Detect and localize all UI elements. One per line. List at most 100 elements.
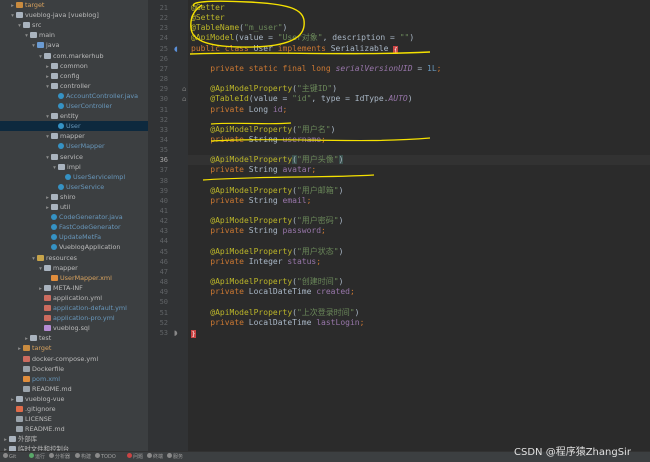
tree-item[interactable]: User <box>0 121 148 132</box>
code-line[interactable]: @ApiModel(value = "User对象", description … <box>191 33 414 43</box>
code-line[interactable]: private String email; <box>191 196 311 206</box>
line-number: 47 <box>159 267 168 276</box>
tree-item[interactable]: UserMapper.xml <box>0 273 112 283</box>
tree-item[interactable]: ▸ META-INF <box>0 283 83 293</box>
code-token: lastLogin <box>316 317 360 327</box>
tree-item-label: test <box>39 334 52 343</box>
code-line[interactable]: private String username; <box>191 135 326 145</box>
code-token: email <box>282 195 307 205</box>
tree-item[interactable]: ▾ mapper <box>0 263 78 273</box>
tree-item[interactable]: ▾ service <box>0 152 83 162</box>
tree-item[interactable]: CodeGenerator.java <box>0 212 123 222</box>
tree-item[interactable]: ▸ test <box>0 333 51 343</box>
tree-item[interactable]: docker-compose.yml <box>0 354 98 364</box>
tree-item[interactable]: UpdateMetFa <box>0 232 101 242</box>
code-line[interactable]: @TableId(value = "id", type = IdType.AUT… <box>191 94 412 104</box>
code-line[interactable]: @Getter <box>191 3 225 13</box>
tree-item[interactable]: UserController <box>0 101 112 111</box>
tree-item[interactable]: LICENSE <box>0 414 52 424</box>
tree-item[interactable]: vueblog.sql <box>0 323 90 333</box>
fold-icon[interactable]: ⌂ <box>182 94 186 104</box>
tree-item[interactable]: UserService <box>0 182 104 192</box>
tool-window-icon <box>75 453 80 458</box>
tree-item[interactable]: Dockerfile <box>0 364 64 374</box>
tree-item[interactable]: pom.xml <box>0 374 60 384</box>
tree-item[interactable]: ▾ main <box>0 30 55 40</box>
tree-item[interactable]: README.md <box>0 424 65 434</box>
tree-item[interactable]: ▸ shiro <box>0 192 75 202</box>
tree-item[interactable]: ▾ controller <box>0 81 90 91</box>
code-line[interactable]: private Integer status; <box>191 257 321 267</box>
code-line[interactable]: private String password; <box>191 226 326 236</box>
folder-icon <box>9 436 16 443</box>
code-line[interactable]: @ApiModelProperty("用户名") <box>191 125 335 135</box>
code-line[interactable]: private String avatar; <box>191 165 316 175</box>
code-line[interactable]: @ApiModelProperty("用户邮箱") <box>191 186 343 196</box>
code-token: String <box>248 134 283 144</box>
code-line[interactable]: @ApiModelProperty("主键ID") <box>191 84 337 94</box>
code-line[interactable]: public class User implements Serializabl… <box>191 43 399 54</box>
tree-item[interactable]: ▾ entity <box>0 111 78 121</box>
tree-item[interactable]: README.md <box>0 384 72 394</box>
folder-icon <box>51 82 58 89</box>
code-line[interactable]: private LocalDateTime created; <box>191 287 355 297</box>
code-token: String <box>248 195 283 205</box>
code-token: "上次登录时间" <box>296 307 355 317</box>
code-token: Integer <box>248 256 288 266</box>
tree-item[interactable]: AccountController.java <box>0 91 138 101</box>
code-token: 1L <box>427 63 437 73</box>
tree-item[interactable]: VueblogApplication <box>0 242 120 252</box>
folder-icon <box>16 12 23 19</box>
code-line[interactable]: private Long id; <box>191 105 287 115</box>
code-line[interactable]: } <box>191 328 196 338</box>
tree-item[interactable]: UserServiceImpl <box>0 172 125 182</box>
tree-item-label: UpdateMetFa <box>59 233 102 242</box>
fold-icon[interactable]: ◗ <box>174 328 178 338</box>
tree-item-label: User <box>66 122 81 131</box>
tree-item-label: pom.xml <box>32 374 61 383</box>
tree-item[interactable]: FastCodeGenerator <box>0 222 121 232</box>
tree-item[interactable]: ▾ resources <box>0 253 77 263</box>
code-line[interactable]: @ApiModelProperty("用户密码") <box>191 216 343 226</box>
code-line[interactable]: @ApiModelProperty("上次登录时间") <box>191 308 359 318</box>
tree-item[interactable]: UserMapper <box>0 141 105 151</box>
tree-item[interactable]: ▸ 临时文件和控制台 <box>0 444 69 451</box>
code-token: String <box>248 165 283 175</box>
tree-item-label: Dockerfile <box>32 364 65 373</box>
tree-item[interactable]: ▸ target <box>0 343 51 353</box>
watermark: CSDN @程序猿ZhangSir <box>514 447 631 458</box>
tree-item[interactable]: ▸ vueblog-vue <box>0 394 64 404</box>
tree-item[interactable]: ▸ 外部库 <box>0 434 37 444</box>
tree-item[interactable]: ▾ vueblog-java [vueblog] <box>0 10 99 20</box>
code-token: User <box>253 43 278 53</box>
tree-item[interactable]: ▾ java <box>0 40 59 50</box>
code-editor[interactable]: @Getter @Setter @TableName("m_user") @ApiMo… <box>188 0 650 451</box>
tree-item[interactable]: ▾ mapper <box>0 131 85 141</box>
code-line[interactable]: private static final long serialVersionU… <box>191 64 441 74</box>
tree-item[interactable]: ▾ src <box>0 20 41 30</box>
folder-icon <box>51 133 58 140</box>
code-line[interactable]: @Setter <box>191 13 225 23</box>
line-number: 48 <box>159 278 168 287</box>
tree-item[interactable]: ▾ com.markerhub <box>0 51 103 61</box>
tree-item[interactable]: ▾ impl <box>0 162 81 172</box>
code-line[interactable]: @ApiModelProperty("用户头像") <box>188 155 650 166</box>
code-line[interactable]: @TableName("m_user") <box>191 23 287 33</box>
tree-item[interactable]: ▸ target <box>0 0 44 10</box>
tree-item[interactable]: ▸ config <box>0 71 79 81</box>
tree-item[interactable]: application-default.yml <box>0 303 127 313</box>
marker-underline-apimodelproperty-username <box>202 174 375 181</box>
tree-item[interactable]: ▸ common <box>0 61 88 71</box>
tree-item-label: src <box>32 21 42 30</box>
project-tree-panel[interactable]: ▸ target ▾ vueblog-java [vueblog] ▾ src ▾ main ▾… <box>0 0 149 451</box>
tree-item[interactable]: application.yml <box>0 293 102 303</box>
code-line[interactable]: private LocalDateTime lastLogin; <box>191 318 364 328</box>
tree-item[interactable]: application-pro.yml <box>0 313 115 323</box>
class-gutter-icon[interactable]: ◖ <box>174 44 178 54</box>
tree-item[interactable]: .gitignore <box>0 404 56 414</box>
code-line[interactable]: @ApiModelProperty("创建时间") <box>191 277 343 287</box>
code-line[interactable]: @ApiModelProperty("用户状态") <box>191 247 343 257</box>
tree-item[interactable]: ▸ util <box>0 202 70 212</box>
code-token: @ApiModelProperty <box>210 124 293 134</box>
fold-icon[interactable]: ⌂ <box>182 84 186 94</box>
